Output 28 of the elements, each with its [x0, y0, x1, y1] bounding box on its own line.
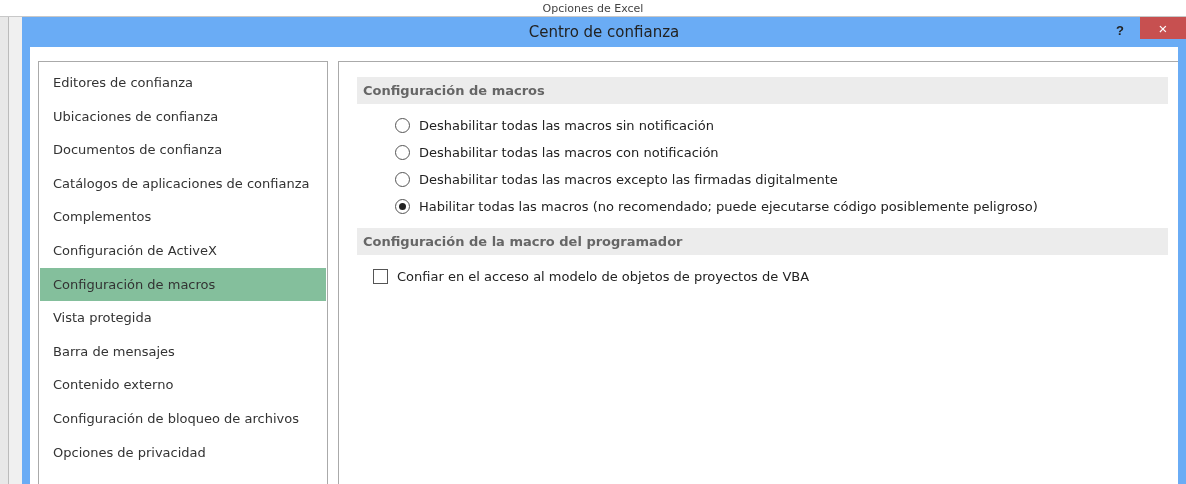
help-button[interactable]: ?: [1110, 21, 1130, 40]
sidebar-item[interactable]: Opciones de privacidad: [40, 435, 326, 470]
sidebar-item[interactable]: Configuración de bloqueo de archivos: [40, 401, 326, 436]
section-header: Configuración de la macro del programador: [357, 228, 1168, 255]
radio-button[interactable]: [395, 118, 410, 133]
window-title: Centro de confianza: [528, 23, 680, 41]
sidebar-item[interactable]: Contenido externo: [40, 368, 326, 402]
section-header: Configuración de macros: [357, 77, 1168, 104]
close-button[interactable]: ×: [1140, 17, 1186, 39]
checkbox[interactable]: [373, 269, 388, 284]
sidebar-item[interactable]: Editores de confianza: [40, 66, 326, 100]
radio-label[interactable]: Deshabilitar todas las macros con notificación: [419, 145, 719, 160]
radio-button[interactable]: [395, 145, 410, 160]
sidebar-item[interactable]: Documentos de confianza: [40, 133, 326, 167]
radio-label[interactable]: Deshabilitar todas las macros excepto las firmadas digitalmente: [419, 172, 838, 187]
sidebar-item[interactable]: Barra de mensajes: [40, 334, 326, 369]
sidebar-item[interactable]: Configuración de ActiveX: [40, 233, 326, 268]
sidebar-item[interactable]: Complementos: [40, 200, 326, 234]
radio-label[interactable]: Habilitar todas las macros (no recomendado; puede ejecutarse código posiblemente peligroso): [419, 199, 1038, 214]
radio-button[interactable]: [395, 172, 410, 187]
sidebar-item[interactable]: Vista protegida: [40, 301, 326, 335]
sidebar-item[interactable]: Catálogos de aplicaciones de confianza: [40, 166, 326, 201]
sidebar-item[interactable]: Ubicaciones de confianza: [40, 99, 326, 134]
background-window-title: Opciones de Excel: [542, 2, 644, 16]
radio-label[interactable]: Deshabilitar todas las macros sin notificación: [419, 118, 714, 133]
radio-button[interactable]: [395, 199, 410, 214]
sidebar-item[interactable]: Configuración de macros: [40, 267, 326, 302]
checkbox-label[interactable]: Confiar en el acceso al modelo de objetos de proyectos de VBA: [397, 269, 810, 284]
